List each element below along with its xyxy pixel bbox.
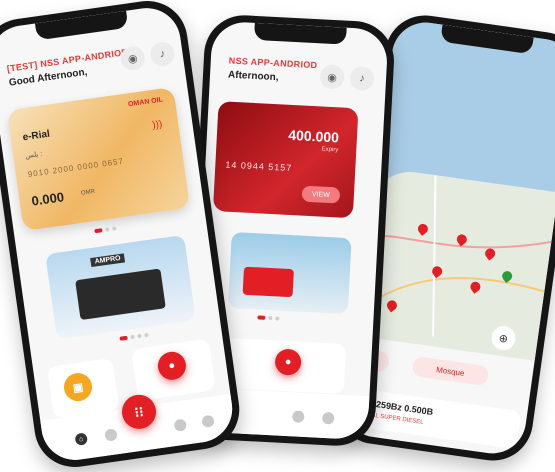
bell-icon[interactable]: ♪	[349, 65, 375, 92]
card-number: 14 0944 5157	[225, 159, 293, 174]
oman-oil-logo: OMAN OIL	[127, 96, 164, 109]
banner-truck	[242, 266, 294, 298]
card-balance: 0.000	[30, 189, 65, 209]
home-icon[interactable]: ⌂	[74, 432, 89, 446]
banner-text: AMPRO	[90, 253, 126, 268]
promo-banner[interactable]: AMPRO	[45, 234, 196, 340]
card-balance: 400.000	[287, 126, 340, 146]
wallet-icon[interactable]	[104, 428, 118, 442]
nav-dot-icon[interactable]	[321, 411, 335, 425]
erial-card[interactable]: e-Rial OMAN OIL ))) بلس : 9010 2000 0000…	[6, 86, 191, 232]
card-expiry: Expiry	[321, 146, 339, 154]
card-name: e-Rial	[21, 128, 51, 144]
carousel-dots	[257, 315, 280, 321]
location-icon[interactable]: ◉	[119, 44, 147, 72]
card-currency: OMR	[80, 188, 96, 197]
contactless-icon: )))	[151, 118, 163, 132]
gift-icon[interactable]	[201, 414, 215, 429]
notch	[34, 10, 129, 41]
chip-mosque[interactable]: Mosque	[411, 355, 490, 387]
oil-bottles	[75, 268, 166, 321]
promo-banner[interactable]	[227, 231, 352, 315]
red-card[interactable]: 400.000 Expiry 14 0944 5157 VIEW	[212, 101, 359, 219]
card-holder: بلس :	[24, 150, 43, 161]
bell-icon[interactable]: ♪	[148, 40, 177, 68]
location-icon[interactable]: ◉	[319, 64, 345, 90]
carousel-dots	[94, 226, 117, 234]
card-number: 9010 2000 0000 0657	[27, 156, 125, 179]
app-title: NSS APP-ANDRIOD	[228, 55, 318, 71]
settings-icon[interactable]	[173, 418, 188, 432]
view-button[interactable]: VIEW	[301, 185, 341, 204]
front-screen: [TEST] NSS APP-ANDRIOD Good Afternoon, ◉…	[0, 3, 237, 465]
carousel-dots	[119, 332, 149, 341]
nav-dot-icon[interactable]	[291, 410, 305, 423]
greeting: Afternoon,	[227, 69, 279, 84]
notch	[253, 22, 347, 45]
